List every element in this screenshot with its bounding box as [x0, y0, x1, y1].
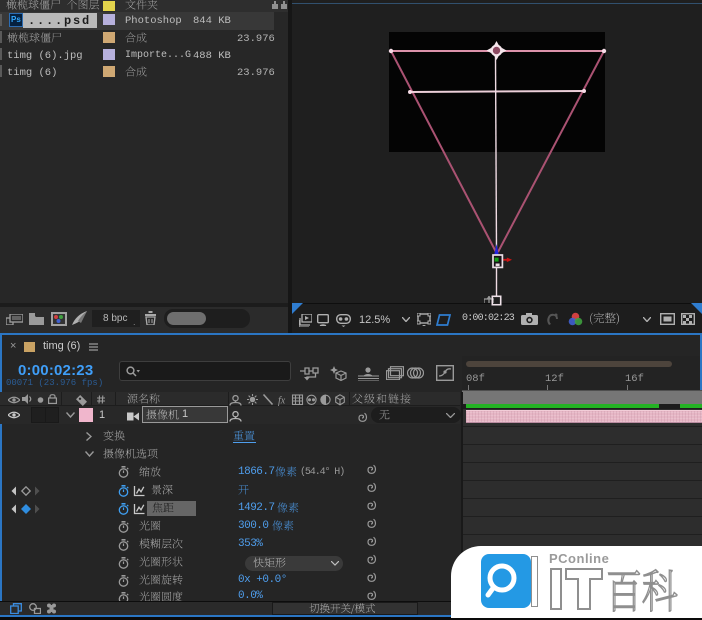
- svg-text:fx: fx: [278, 396, 286, 407]
